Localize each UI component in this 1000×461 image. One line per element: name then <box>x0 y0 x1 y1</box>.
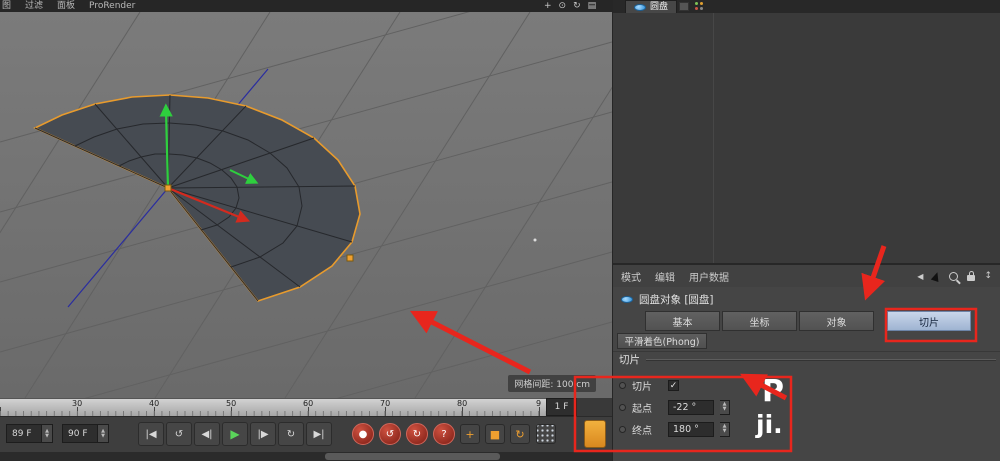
right-panel: 圆盘 模式 编辑 用户数据 ◀ ↕ <box>612 0 1000 461</box>
record-position-toggle[interactable]: + <box>460 424 480 444</box>
section-title: 切片 <box>619 352 640 367</box>
keyframe-mode-button[interactable]: ↻ <box>406 423 428 445</box>
disc-object-icon <box>621 296 633 303</box>
start-angle-stepper[interactable]: ▲▼ <box>720 400 730 415</box>
slice-end-row: 终点 180 ° ▲▼ <box>619 420 730 438</box>
history-back-icon[interactable]: ◀ <box>917 272 923 281</box>
object-manager-body[interactable] <box>613 13 1000 263</box>
object-manager-header: 圆盘 <box>613 0 1000 13</box>
end-angle-field[interactable]: 180 ° <box>668 422 714 437</box>
grid-spacing-label: 网格间距: 100 cm <box>508 375 596 392</box>
slice-section-header: 切片 <box>613 351 1000 367</box>
end-frame-stepper[interactable]: ▲▼ <box>98 424 109 443</box>
viewport-menu-item[interactable]: 图 <box>2 0 11 12</box>
section-divider <box>646 359 996 361</box>
menu-edit[interactable]: 编辑 <box>655 269 675 284</box>
record-options-button[interactable]: ? <box>433 423 455 445</box>
end-label: 终点 <box>632 422 662 437</box>
tab-object[interactable]: 对象 <box>799 311 874 331</box>
timeline-scrollbar-handle[interactable] <box>325 453 500 460</box>
sort-icon[interactable]: ↕ <box>984 271 992 281</box>
timeline-ruler[interactable]: 30 40 50 60 70 80 9 <box>0 398 546 416</box>
ruler-tick-label: 50 <box>226 399 236 408</box>
slice-enable-row: 切片 ✓ <box>619 376 679 394</box>
object-manager-divider <box>713 13 714 263</box>
attribute-title: 圆盘对象 [圆盘] <box>639 292 714 307</box>
end-angle-stepper[interactable]: ▲▼ <box>720 422 730 437</box>
attribute-manager: 模式 编辑 用户数据 ◀ ↕ 圆盘对象 [圆盘] 基本 坐标 对象 切片 平滑着 <box>613 263 1000 461</box>
tab-slice[interactable]: 切片 <box>887 311 971 331</box>
watermark-text: P <box>762 374 784 409</box>
ruler-tick-label: 70 <box>380 399 390 408</box>
lock-icon[interactable] <box>967 275 975 281</box>
edge-vertex <box>347 255 353 261</box>
slice-start-row: 起点 -22 ° ▲▼ <box>619 398 730 416</box>
tab-phong[interactable]: 平滑着色(Phong) <box>617 333 707 349</box>
cursor-icon[interactable] <box>931 270 941 281</box>
ruler-tick-label: 60 <box>303 399 313 408</box>
play-button[interactable]: ▶ <box>222 422 248 446</box>
object-name: 圆盘 <box>650 1 668 13</box>
start-frame-field[interactable]: 89 F <box>6 424 42 443</box>
ruler-filler <box>577 398 612 416</box>
menu-mode[interactable]: 模式 <box>621 269 641 284</box>
attribute-toolbar-icons: ◀ ↕ <box>917 265 992 287</box>
current-frame-field[interactable]: 1 F <box>546 398 577 416</box>
disc-object-icon <box>634 4 646 11</box>
viewport-canvas <box>0 12 612 398</box>
end-frame-field[interactable]: 90 F <box>62 424 98 443</box>
attribute-tabs: 基本 坐标 对象 切片 平滑着色(Phong) <box>613 309 1000 351</box>
start-label: 起点 <box>632 400 662 415</box>
loop-button[interactable]: ↻ <box>278 422 304 446</box>
start-frame-widget: 89 F ▲▼ <box>6 424 53 443</box>
slice-label: 切片 <box>632 378 662 393</box>
viewport-menu-panel[interactable]: 面板 <box>57 0 75 12</box>
tab-basic[interactable]: 基本 <box>645 311 720 331</box>
viewport-menubar: 图 过滤 面板 ProRender <box>0 0 612 12</box>
ruler-ticks <box>0 407 546 416</box>
viewport-nav-icons: + ⊙ ↻ ▤ <box>544 0 596 12</box>
end-frame-widget: 90 F ▲▼ <box>62 424 109 443</box>
timeline-orange-icon[interactable] <box>584 420 606 448</box>
search-icon[interactable] <box>949 272 958 281</box>
ruler-tick-label: 40 <box>149 399 159 408</box>
ruler-tick-label: 30 <box>72 399 82 408</box>
previous-frame-button[interactable]: ◀| <box>194 422 220 446</box>
animation-toolbar: 89 F ▲▼ 90 F ▲▼ |◀ ↺ ◀| ▶ |▶ ↻ ▶| ● ↺ ↻ … <box>0 416 612 452</box>
record-scale-toggle[interactable]: ■ <box>485 424 505 444</box>
zoom-icon[interactable]: ⊙ <box>559 0 567 12</box>
center-vertex <box>165 185 171 191</box>
object-item-disc[interactable]: 圆盘 <box>625 0 677 13</box>
slice-checkbox[interactable]: ✓ <box>668 380 679 391</box>
ruler-tick-label: 9 <box>536 399 541 408</box>
watermark-text: ji. <box>756 410 783 439</box>
app-window: 图 过滤 面板 ProRender + ⊙ ↻ ▤ <box>0 0 1000 461</box>
start-angle-field[interactable]: -22 ° <box>668 400 714 415</box>
ruler-tick-label: 80 <box>457 399 467 408</box>
viewport-3d[interactable]: 网格间距: 100 cm <box>0 12 612 398</box>
keyframe-selection-icon[interactable] <box>536 424 556 444</box>
next-frame-button[interactable]: |▶ <box>250 422 276 446</box>
goto-end-button[interactable]: ▶| <box>306 422 332 446</box>
pan-icon[interactable]: + <box>544 0 552 12</box>
layer-icon[interactable] <box>679 2 689 11</box>
tab-coord[interactable]: 坐标 <box>722 311 797 331</box>
autokey-button[interactable]: ↺ <box>379 423 401 445</box>
record-keyframe-button[interactable]: ● <box>352 423 374 445</box>
rotate-icon[interactable]: ↻ <box>573 0 581 12</box>
attribute-title-row: 圆盘对象 [圆盘] <box>613 289 1000 309</box>
keyframe-dot-icon[interactable] <box>619 426 626 433</box>
viewport-menu-prorender[interactable]: ProRender <box>89 0 135 12</box>
viewport-menu-filter[interactable]: 过滤 <box>25 0 43 12</box>
visibility-dots-icon[interactable] <box>695 2 704 11</box>
keyframe-dot-icon[interactable] <box>619 382 626 389</box>
keyframe-dot-icon[interactable] <box>619 404 626 411</box>
maximize-view-icon[interactable]: ▤ <box>588 0 597 12</box>
goto-start-button[interactable]: |◀ <box>138 422 164 446</box>
play-backward-button[interactable]: ↺ <box>166 422 192 446</box>
menu-userdata[interactable]: 用户数据 <box>689 269 729 284</box>
start-frame-stepper[interactable]: ▲▼ <box>42 424 53 443</box>
record-rotation-toggle[interactable]: ↻ <box>510 424 530 444</box>
timeline-scrollbar <box>0 452 612 461</box>
